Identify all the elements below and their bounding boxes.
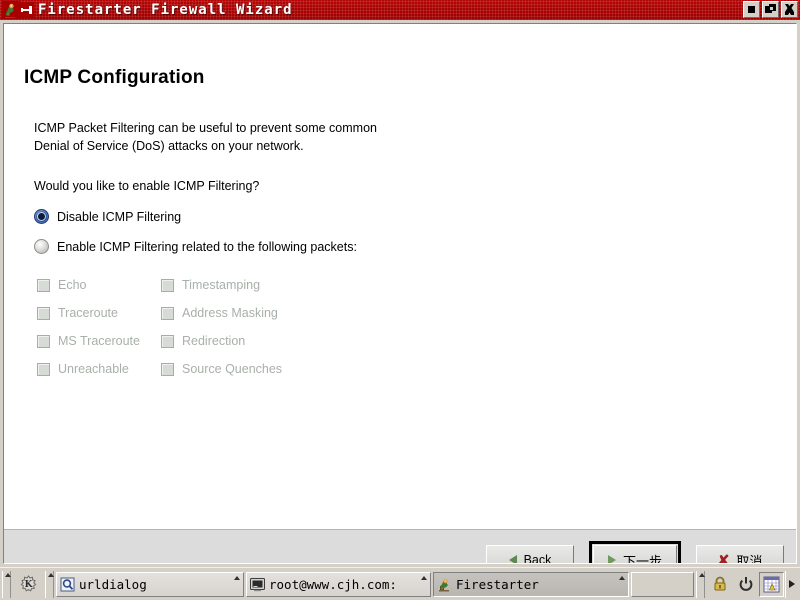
description-line-2: Denial of Service (DoS) attacks on your … [34, 139, 304, 153]
radio-unselected-icon [34, 239, 49, 254]
maximize-button[interactable] [762, 1, 779, 18]
close-button[interactable] [781, 1, 798, 18]
window-frame-inner: ICMP Configuration ICMP Packet Filtering… [3, 23, 797, 564]
taskbar: K urldialog root@www.cjh.com: Firestarte… [0, 567, 800, 600]
power-icon [739, 577, 752, 591]
minimize-icon [748, 6, 755, 13]
tray-keyboard-layout-button[interactable] [759, 571, 784, 597]
kde-gear-icon: K [20, 574, 36, 592]
next-button[interactable]: 下一步 [592, 545, 677, 564]
checkbox-traceroute: Traceroute [37, 306, 161, 320]
triangle-right-icon [607, 555, 616, 563]
radio-selected-icon [34, 209, 49, 224]
wizard-button-bar: Back 下一步 ✘ 取消 [4, 529, 796, 564]
task-button-urldialog[interactable]: urldialog [56, 571, 244, 597]
window-controls [743, 1, 798, 18]
firestarter-icon [439, 578, 449, 591]
triangle-left-icon [508, 555, 517, 563]
next-button-label: 下一步 [622, 554, 662, 564]
kde-menu-button[interactable]: K [13, 571, 43, 598]
pin-icon[interactable] [20, 2, 34, 18]
checkbox-label: Timestamping [182, 278, 261, 292]
checkbox-unchecked-icon [161, 278, 174, 292]
icmp-packet-checkbox-grid: Echo Timestamping Traceroute Address Mas… [37, 271, 367, 383]
checkbox-label: Unreachable [58, 362, 129, 376]
keyboard-layout-icon [763, 576, 780, 592]
window-title: Firestarter Firewall Wizard [38, 2, 293, 18]
checkbox-label: Traceroute [58, 306, 118, 320]
terminal-icon [250, 577, 265, 591]
checkbox-row: Traceroute Address Masking [37, 299, 367, 327]
triangle-up-icon [234, 575, 240, 580]
triangle-up-icon [619, 575, 625, 580]
page-title: ICMP Configuration [24, 67, 205, 88]
cancel-button-label: 取消 [736, 554, 763, 564]
window-frame: ICMP Configuration ICMP Packet Filtering… [0, 20, 800, 567]
firestarter-wizard-window: Firestarter Firewall Wizard ICMP Configu… [0, 0, 800, 567]
checkbox-source-quenches: Source Quenches [161, 362, 282, 376]
wizard-buttons: Back 下一步 ✘ 取消 [485, 541, 784, 564]
task-list: urldialog root@www.cjh.com: Firestarter [56, 571, 694, 598]
wizard-client-area: ICMP Configuration ICMP Packet Filtering… [4, 24, 796, 563]
checkbox-label: Echo [58, 278, 87, 292]
checkbox-unchecked-icon [37, 362, 50, 376]
back-button-label: Back [523, 553, 552, 564]
task-label: Firestarter [456, 576, 539, 592]
checkbox-label: Redirection [182, 334, 246, 348]
checkbox-label: MS Traceroute [58, 334, 140, 348]
svg-text:K: K [24, 580, 33, 590]
task-button-terminal[interactable]: root@www.cjh.com: [246, 571, 431, 597]
panel-hide-handle-tray[interactable] [696, 570, 705, 598]
maximize-icon [765, 4, 776, 13]
checkbox-unreachable: Unreachable [37, 362, 161, 376]
window-titlebar[interactable]: Firestarter Firewall Wizard [0, 0, 800, 20]
checkbox-redirection: Redirection [161, 334, 245, 348]
checkbox-echo: Echo [37, 278, 161, 292]
checkbox-timestamping: Timestamping [161, 278, 260, 292]
triangle-up-icon [421, 575, 427, 580]
lock-icon [714, 576, 725, 591]
task-label: urldialog [79, 576, 147, 592]
checkbox-row: MS Traceroute Redirection [37, 327, 367, 355]
desktop: Firestarter Firewall Wizard ICMP Configu… [0, 0, 800, 600]
checkbox-row: Unreachable Source Quenches [37, 355, 367, 383]
tray-expand-button[interactable] [785, 570, 798, 598]
checkbox-row: Echo Timestamping [37, 271, 367, 299]
description-line-1: ICMP Packet Filtering can be useful to p… [34, 121, 377, 135]
radio-disable-icmp-filtering[interactable]: Disable ICMP Filtering [34, 209, 181, 224]
minimize-button[interactable] [743, 1, 760, 18]
radio-disable-label: Disable ICMP Filtering [57, 209, 182, 224]
tray-lock-button[interactable] [707, 571, 732, 597]
panel-hide-handle-tasks[interactable] [45, 570, 54, 598]
task-list-empty-area [631, 571, 694, 597]
checkbox-unchecked-icon [37, 306, 50, 320]
checkbox-ms-traceroute: MS Traceroute [37, 334, 161, 348]
checkbox-unchecked-icon [161, 306, 174, 320]
cancel-button[interactable]: ✘ 取消 [696, 545, 784, 564]
checkbox-unchecked-icon [37, 334, 50, 348]
checkbox-unchecked-icon [161, 362, 174, 376]
checkbox-label: Source Quenches [182, 362, 283, 376]
checkbox-address-masking: Address Masking [161, 306, 278, 320]
radio-enable-label: Enable ICMP Filtering related to the fol… [57, 239, 357, 254]
question-text: Would you like to enable ICMP Filtering? [34, 179, 260, 193]
x-mark-icon: ✘ [717, 552, 730, 564]
tray-power-button[interactable] [733, 571, 758, 597]
checkbox-label: Address Masking [182, 306, 278, 320]
firestarter-icon [2, 1, 20, 19]
back-button[interactable]: Back [485, 545, 574, 564]
task-label: root@www.cjh.com: [269, 576, 397, 592]
checkbox-unchecked-icon [37, 278, 50, 292]
checkbox-unchecked-icon [161, 334, 174, 348]
next-button-focus-ring: 下一步 [588, 541, 681, 564]
system-tray [707, 570, 798, 598]
task-button-firestarter[interactable]: Firestarter [433, 571, 629, 597]
close-icon [785, 4, 794, 15]
radio-enable-icmp-filtering[interactable]: Enable ICMP Filtering related to the fol… [34, 239, 357, 254]
panel-hide-handle-left[interactable] [2, 570, 11, 598]
search-window-icon [60, 577, 75, 591]
